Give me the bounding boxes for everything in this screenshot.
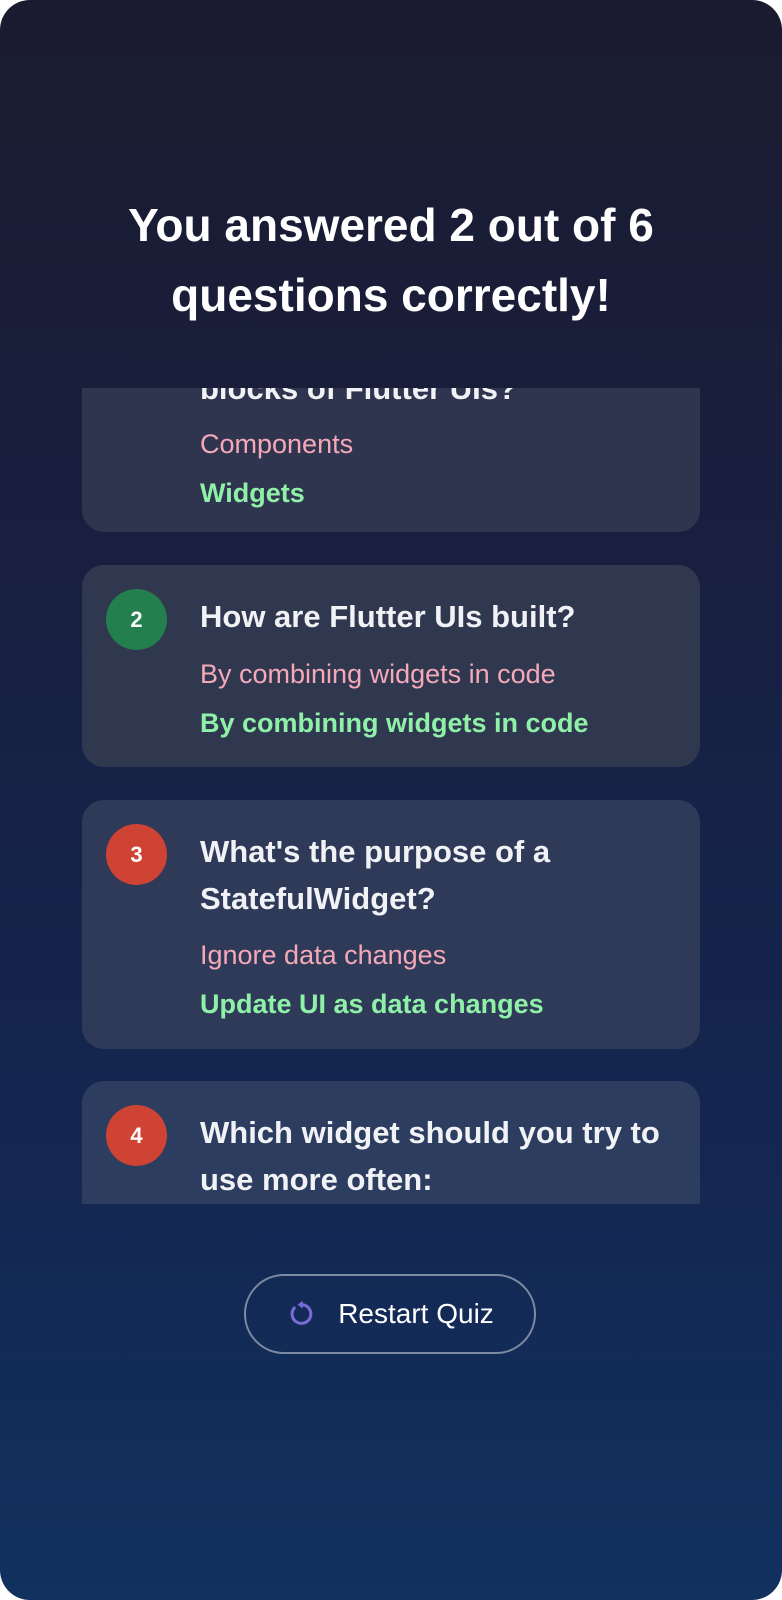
question-text: What are the main building blocks of Flu…: [200, 388, 517, 406]
summary-item: 2 How are Flutter UIs built? By combinin…: [82, 565, 700, 767]
questions-summary-list[interactable]: 1 What are the main building blocks of F…: [82, 388, 700, 1204]
restart-quiz-button[interactable]: Restart Quiz: [244, 1274, 536, 1354]
question-text: Which widget should you try to use more …: [200, 1115, 660, 1197]
correct-answer: Update UI as data changes: [200, 989, 544, 1019]
restart-quiz-label: Restart Quiz: [338, 1298, 494, 1329]
question-text: What's the purpose of a StatefulWidget?: [200, 834, 551, 916]
quiz-results-screen: You answered 2 out of 6 questions correc…: [0, 0, 782, 1600]
user-answer: Components: [200, 429, 354, 459]
question-number-badge: 3: [106, 824, 167, 885]
summary-item: 4 Which widget should you try to use mor…: [82, 1081, 700, 1204]
question-text: How are Flutter UIs built?: [200, 599, 576, 634]
summary-item: 1 What are the main building blocks of F…: [82, 388, 700, 532]
correct-answer: By combining widgets in code: [200, 708, 589, 738]
question-number-badge: 2: [106, 589, 167, 650]
restart-icon: [290, 1300, 313, 1325]
correct-answer: Widgets: [200, 478, 305, 508]
user-answer: Ignore data changes: [200, 940, 447, 970]
question-number-badge: 4: [106, 1105, 167, 1166]
results-heading: You answered 2 out of 6 questions correc…: [128, 199, 654, 321]
user-answer: By combining widgets in code: [200, 659, 556, 689]
summary-item: 3 What's the purpose of a StatefulWidget…: [82, 800, 700, 1049]
